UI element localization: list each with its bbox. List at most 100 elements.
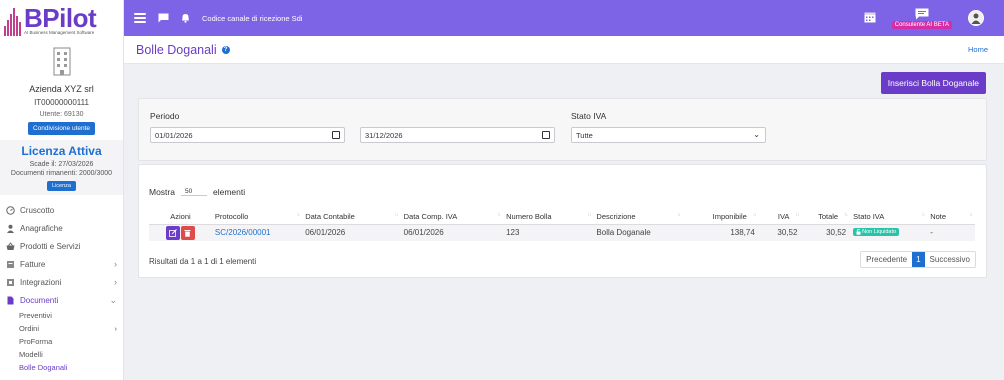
sidebar-item-label: Fatture (20, 259, 46, 269)
column-header: Azioni (149, 209, 212, 225)
bell-icon[interactable] (181, 13, 190, 23)
sidebar-item-label: Cruscotto (20, 205, 55, 215)
license-expiry: Scade il: 27/03/2026 (29, 161, 94, 168)
sidebar-item-integrazioni[interactable]: Integrazioni › (0, 273, 123, 291)
page-title: Bolle Doganali (136, 42, 217, 57)
license-panel: Licenza Attiva Scade il: 27/03/2026 Docu… (0, 140, 123, 195)
column-header[interactable]: Imponibile ↑↓ (682, 209, 759, 225)
building-icon (53, 47, 70, 76)
pagination-page-1[interactable]: 1 (912, 252, 925, 267)
chat-icon[interactable] (158, 13, 169, 23)
company-user: Utente: 69130 (39, 111, 84, 118)
submenu-item-bolle-doganali[interactable]: Bolle Doganali (0, 361, 123, 374)
logo[interactable]: BPilot AI Business Management Software (0, 0, 123, 42)
sidebar-item-anagrafiche[interactable]: Anagrafiche (0, 219, 123, 237)
table-panel: Mostra 50 elementi Azioni Protocollo ↑↓ D… (138, 164, 987, 278)
date-from-input[interactable]: 01/01/2026 (150, 127, 345, 143)
dashboard-icon (6, 205, 15, 215)
chat-ai-icon (915, 8, 929, 19)
submenu-item-modelli[interactable]: Modelli (0, 348, 123, 361)
column-header[interactable]: Descrizione ↑↓ (593, 209, 683, 225)
column-header[interactable]: Data Comp. IVA ↑↓ (400, 209, 504, 225)
avatar[interactable] (968, 10, 984, 26)
column-header[interactable]: Stato IVA ↑↓ (850, 209, 928, 225)
vat-status-select[interactable]: Tutte ⌄ (571, 127, 766, 143)
column-header[interactable]: Note ↑↓ (927, 209, 975, 225)
edit-button[interactable] (165, 225, 180, 240)
delete-button[interactable] (180, 225, 195, 240)
license-button[interactable]: Licenza (47, 181, 76, 191)
period-label: Periodo (150, 111, 180, 121)
submenu-item-ordini[interactable]: Ordini › (0, 322, 123, 335)
sidebar: BPilot AI Business Management Software A… (0, 0, 124, 380)
sidebar-item-label: Anagrafiche (20, 223, 63, 233)
pagination: Precedente 1 Successivo (860, 251, 976, 268)
column-header[interactable]: IVA ↑↓ (758, 209, 802, 225)
sidebar-item-prodotti[interactable]: Prodotti e Servizi (0, 237, 123, 255)
calendar-icon[interactable] (332, 131, 340, 139)
customs-bills-table: Azioni Protocollo ↑↓ Data Contabile ↑↓ Dat… (149, 209, 975, 241)
integration-icon (6, 278, 15, 287)
column-header[interactable]: Protocollo ↑↓ (211, 209, 303, 225)
column-header[interactable]: Numero Bolla ↑↓ (503, 209, 594, 225)
unlock-icon (856, 229, 861, 235)
breadcrumb-home[interactable]: Home (968, 45, 988, 54)
chevron-right-icon: › (114, 277, 117, 287)
chevron-down-icon: ⌄ (109, 294, 117, 305)
sidebar-item-label: Prodotti e Servizi (20, 241, 81, 251)
pagination-next[interactable]: Successivo (925, 252, 975, 267)
cell-description: Bolla Doganale (593, 224, 683, 241)
cell-accounting-date: 06/01/2026 (302, 224, 401, 241)
company-panel: Azienda XYZ srl IT00000000111 Utente: 69… (0, 42, 123, 135)
license-title: Licenza Attiva (21, 144, 102, 158)
table-row: SC/2026/00001 06/01/2026 06/01/2026 123 … (149, 224, 975, 241)
cell-vat-date: 06/01/2026 (400, 224, 504, 241)
trash-icon (184, 229, 191, 237)
company-vat: IT00000000111 (34, 98, 89, 107)
date-to-input[interactable]: 31/12/2026 (360, 127, 555, 143)
vat-status-label: Stato IVA (571, 111, 607, 121)
invoice-icon (6, 260, 15, 269)
edit-icon (169, 228, 177, 237)
submenu-item-proforma[interactable]: ProForma (0, 335, 123, 348)
page-header: Bolle Doganali ? Home (124, 36, 1004, 64)
page-length-select[interactable]: 50 (180, 188, 207, 196)
pagination-previous[interactable]: Precedente (861, 252, 912, 267)
sidebar-item-cruscotto[interactable]: Cruscotto (0, 201, 123, 219)
topbar: Codice canale di ricezione Sdi Consulent… (124, 0, 1004, 36)
help-icon[interactable]: ? (221, 45, 230, 54)
calendar-icon[interactable] (542, 131, 550, 139)
protocol-link[interactable]: SC/2026/00001 (211, 224, 303, 241)
logo-subtitle: AI Business Management Software (24, 30, 95, 35)
hamburger-menu-icon[interactable] (134, 13, 146, 23)
logo-name: BPilot (24, 3, 97, 33)
consultant-badge: Consulente AI BETA (891, 20, 952, 29)
sidebar-item-fatture[interactable]: Fatture › (0, 255, 123, 273)
ai-consultant-button[interactable]: Consulente AI BETA (891, 8, 952, 29)
sidebar-menu: Cruscotto Anagrafiche Prodotti e Servizi… (0, 201, 123, 374)
sidebar-item-label: Integrazioni (20, 277, 62, 287)
user-icon (6, 224, 15, 233)
cell-bill-number: 123 (503, 224, 594, 241)
chevron-right-icon: › (114, 259, 117, 269)
chevron-down-icon: ⌄ (753, 130, 760, 139)
cell-taxable: 138,74 (682, 224, 759, 241)
topbar-title: Codice canale di ricezione Sdi (202, 13, 303, 23)
cell-total: 30,52 (801, 224, 851, 241)
column-header[interactable]: Totale ↑↓ (801, 209, 851, 225)
page-length-control: Mostra 50 elementi (149, 187, 246, 197)
sidebar-item-documenti[interactable]: Documenti ⌄ (0, 291, 123, 309)
company-name: Azienda XYZ srl (29, 84, 94, 94)
insert-customs-bill-button[interactable]: Inserisci Bolla Doganale (880, 72, 986, 94)
basket-icon (6, 241, 15, 251)
column-header[interactable]: Data Contabile ↑↓ (302, 209, 401, 225)
document-icon (6, 296, 15, 305)
logo-bars-icon (4, 6, 21, 36)
cell-notes: - (927, 224, 975, 241)
license-docs: Documenti rimanenti: 2000/3000 (10, 170, 113, 177)
calendar-icon[interactable] (864, 11, 876, 25)
result-info: Risultati da 1 a 1 di 1 elementi (149, 257, 257, 266)
chevron-right-icon: › (114, 324, 118, 333)
submenu-item-preventivi[interactable]: Preventivi (0, 309, 123, 322)
share-user-button[interactable]: Condivisione utente (27, 122, 96, 135)
